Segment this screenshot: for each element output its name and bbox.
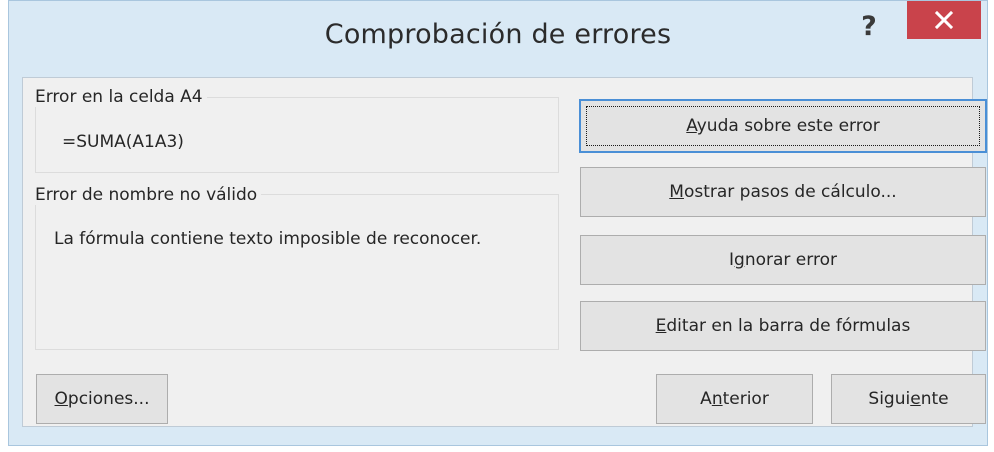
edit-in-formula-bar-button[interactable]: Editar en la barra de fórmulas: [580, 301, 986, 351]
previous-label: Anterior: [700, 389, 769, 409]
error-location-legend: Error en la celda A4: [35, 87, 207, 107]
close-icon: [934, 10, 954, 30]
help-question-icon[interactable]: ?: [836, 7, 902, 45]
ignore-error-button[interactable]: Ignorar error: [580, 235, 986, 285]
next-label: Siguiente: [868, 389, 949, 409]
error-location-group: Error en la celda A4 =SUMA(A1A3): [35, 87, 559, 173]
error-description: La fórmula contiene texto imposible de r…: [54, 229, 482, 249]
show-calculation-steps-label: Mostrar pasos de cálculo...: [669, 182, 897, 202]
next-button[interactable]: Siguiente: [831, 374, 986, 424]
title-bar[interactable]: Comprobación de errores ?: [9, 1, 987, 87]
options-label: Opciones...: [54, 389, 150, 409]
error-formula: =SUMA(A1A3): [62, 132, 184, 152]
ignore-error-label: Ignorar error: [729, 250, 837, 270]
previous-button[interactable]: Anterior: [656, 374, 813, 424]
error-checking-dialog: Comprobación de errores ? Error en la ce…: [8, 0, 988, 446]
show-calculation-steps-button[interactable]: Mostrar pasos de cálculo...: [580, 167, 986, 217]
error-info-group: Error de nombre no válido La fórmula con…: [35, 185, 559, 350]
close-button[interactable]: [907, 1, 981, 39]
options-button[interactable]: Opciones...: [36, 374, 168, 424]
dialog-body: Error en la celda A4 =SUMA(A1A3) Error d…: [22, 77, 987, 427]
help-on-error-label: Ayuda sobre este error: [686, 116, 880, 136]
error-info-legend: Error de nombre no válido: [35, 185, 262, 205]
edit-in-formula-bar-label: Editar en la barra de fórmulas: [655, 316, 911, 336]
help-on-error-button[interactable]: Ayuda sobre este error: [579, 99, 987, 153]
